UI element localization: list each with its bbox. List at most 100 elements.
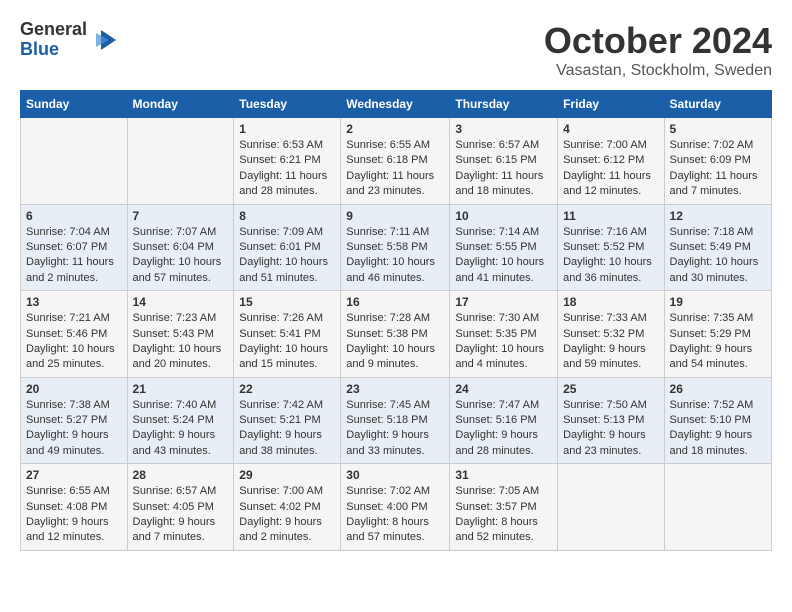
week-row-2: 6Sunrise: 7:04 AMSunset: 6:07 PMDaylight… [21, 204, 772, 291]
day-info: Sunrise: 7:04 AMSunset: 6:07 PMDaylight:… [26, 225, 122, 287]
day-info: Sunrise: 7:02 AMSunset: 4:00 PMDaylight:… [346, 484, 444, 546]
day-cell: 15 Sunrise: 7:26 AMSunset: 5:41 PMDayligh… [234, 291, 341, 378]
day-header-saturday: Saturday [664, 91, 771, 118]
day-info: Sunrise: 7:52 AMSunset: 5:10 PMDaylight:… [670, 398, 766, 460]
day-number: 1 [239, 122, 335, 136]
logo-blue: Blue [20, 40, 87, 60]
day-number: 17 [455, 295, 552, 309]
day-info: Sunrise: 6:57 AMSunset: 6:15 PMDaylight:… [455, 138, 552, 200]
day-cell: 3 Sunrise: 6:57 AMSunset: 6:15 PMDaylight… [450, 118, 558, 205]
day-info: Sunrise: 7:47 AMSunset: 5:16 PMDaylight:… [455, 398, 552, 460]
day-cell: 17 Sunrise: 7:30 AMSunset: 5:35 PMDayligh… [450, 291, 558, 378]
day-info: Sunrise: 7:50 AMSunset: 5:13 PMDaylight:… [563, 398, 658, 460]
day-info: Sunrise: 7:40 AMSunset: 5:24 PMDaylight:… [133, 398, 229, 460]
day-cell: 18Sunrise: 7:33 AMSunset: 5:32 PMDayligh… [558, 291, 664, 378]
day-number: 22 [239, 382, 335, 396]
day-info: Sunrise: 7:26 AMSunset: 5:41 PMDaylight:… [239, 311, 335, 373]
day-info: Sunrise: 7:33 AMSunset: 5:32 PMDaylight:… [563, 311, 658, 373]
day-cell: 13 Sunrise: 7:21 AMSunset: 5:46 PMDayligh… [21, 291, 128, 378]
month-title: October 2024 [544, 20, 772, 62]
day-info: Sunrise: 7:02 AMSunset: 6:09 PMDaylight:… [670, 138, 766, 200]
day-header-wednesday: Wednesday [341, 91, 450, 118]
day-number: 12 [670, 209, 766, 223]
day-number: 4 [563, 122, 658, 136]
day-info: Sunrise: 7:35 AMSunset: 5:29 PMDaylight:… [670, 311, 766, 373]
day-number: 24 [455, 382, 552, 396]
day-header-tuesday: Tuesday [234, 91, 341, 118]
day-cell: 25Sunrise: 7:50 AMSunset: 5:13 PMDayligh… [558, 377, 664, 464]
day-info: Sunrise: 7:42 AMSunset: 5:21 PMDaylight:… [239, 398, 335, 460]
day-cell: 11 Sunrise: 7:16 AMSunset: 5:52 PMDayligh… [558, 204, 664, 291]
day-info: Sunrise: 7:21 AMSunset: 5:46 PMDaylight:… [26, 311, 122, 373]
day-number: 27 [26, 468, 122, 482]
day-number: 26 [670, 382, 766, 396]
day-number: 13 [26, 295, 122, 309]
day-cell: 21 Sunrise: 7:40 AMSunset: 5:24 PMDayligh… [127, 377, 234, 464]
day-number: 3 [455, 122, 552, 136]
day-number: 20 [26, 382, 122, 396]
day-number: 5 [670, 122, 766, 136]
week-row-1: 1 Sunrise: 6:53 AMSunset: 6:21 PMDaylight… [21, 118, 772, 205]
day-info: Sunrise: 7:14 AMSunset: 5:55 PMDaylight:… [455, 225, 552, 287]
logo-general: General [20, 20, 87, 40]
day-info: Sunrise: 7:23 AMSunset: 5:43 PMDaylight:… [133, 311, 229, 373]
day-cell: 27 Sunrise: 6:55 AMSunset: 4:08 PMDayligh… [21, 464, 128, 551]
day-number: 14 [133, 295, 229, 309]
day-header-thursday: Thursday [450, 91, 558, 118]
title-block: October 2024 Vasastan, Stockholm, Sweden [544, 20, 772, 80]
week-row-3: 13 Sunrise: 7:21 AMSunset: 5:46 PMDayligh… [21, 291, 772, 378]
day-number: 15 [239, 295, 335, 309]
day-cell: 19 Sunrise: 7:35 AMSunset: 5:29 PMDayligh… [664, 291, 771, 378]
day-cell: 26 Sunrise: 7:52 AMSunset: 5:10 PMDayligh… [664, 377, 771, 464]
day-number: 7 [133, 209, 229, 223]
day-number: 2 [346, 122, 444, 136]
day-info: Sunrise: 6:57 AMSunset: 4:05 PMDaylight:… [133, 484, 229, 546]
day-number: 11 [563, 209, 658, 223]
day-cell: 14 Sunrise: 7:23 AMSunset: 5:43 PMDayligh… [127, 291, 234, 378]
day-info: Sunrise: 7:07 AMSunset: 6:04 PMDaylight:… [133, 225, 229, 287]
week-row-4: 20 Sunrise: 7:38 AMSunset: 5:27 PMDayligh… [21, 377, 772, 464]
day-cell: 22 Sunrise: 7:42 AMSunset: 5:21 PMDayligh… [234, 377, 341, 464]
day-info: Sunrise: 6:55 AMSunset: 4:08 PMDaylight:… [26, 484, 122, 546]
day-number: 9 [346, 209, 444, 223]
day-cell: 9Sunrise: 7:11 AMSunset: 5:58 PMDaylight… [341, 204, 450, 291]
day-number: 21 [133, 382, 229, 396]
week-row-5: 27 Sunrise: 6:55 AMSunset: 4:08 PMDayligh… [21, 464, 772, 551]
day-cell: 7 Sunrise: 7:07 AMSunset: 6:04 PMDaylight… [127, 204, 234, 291]
day-number: 8 [239, 209, 335, 223]
calendar-table: SundayMondayTuesdayWednesdayThursdayFrid… [20, 90, 772, 551]
day-info: Sunrise: 6:53 AMSunset: 6:21 PMDaylight:… [239, 138, 335, 200]
day-cell: 2 Sunrise: 6:55 AMSunset: 6:18 PMDaylight… [341, 118, 450, 205]
day-cell: 4 Sunrise: 7:00 AMSunset: 6:12 PMDaylight… [558, 118, 664, 205]
day-info: Sunrise: 7:18 AMSunset: 5:49 PMDaylight:… [670, 225, 766, 287]
day-cell [664, 464, 771, 551]
day-cell [558, 464, 664, 551]
day-cell [21, 118, 128, 205]
location: Vasastan, Stockholm, Sweden [544, 62, 772, 80]
day-cell: 10 Sunrise: 7:14 AMSunset: 5:55 PMDayligh… [450, 204, 558, 291]
day-number: 29 [239, 468, 335, 482]
day-cell: 24 Sunrise: 7:47 AMSunset: 5:16 PMDayligh… [450, 377, 558, 464]
day-cell: 30 Sunrise: 7:02 AMSunset: 4:00 PMDayligh… [341, 464, 450, 551]
day-info: Sunrise: 7:38 AMSunset: 5:27 PMDaylight:… [26, 398, 122, 460]
day-cell: 29Sunrise: 7:00 AMSunset: 4:02 PMDayligh… [234, 464, 341, 551]
day-cell: 31Sunrise: 7:05 AMSunset: 3:57 PMDayligh… [450, 464, 558, 551]
day-number: 16 [346, 295, 444, 309]
day-info: Sunrise: 7:05 AMSunset: 3:57 PMDaylight:… [455, 484, 552, 546]
day-number: 30 [346, 468, 444, 482]
day-info: Sunrise: 7:30 AMSunset: 5:35 PMDaylight:… [455, 311, 552, 373]
day-cell: 28 Sunrise: 6:57 AMSunset: 4:05 PMDayligh… [127, 464, 234, 551]
logo-icon [91, 25, 121, 55]
day-cell: 6Sunrise: 7:04 AMSunset: 6:07 PMDaylight… [21, 204, 128, 291]
day-info: Sunrise: 6:55 AMSunset: 6:18 PMDaylight:… [346, 138, 444, 200]
day-cell [127, 118, 234, 205]
day-number: 10 [455, 209, 552, 223]
day-info: Sunrise: 7:45 AMSunset: 5:18 PMDaylight:… [346, 398, 444, 460]
day-info: Sunrise: 7:00 AMSunset: 6:12 PMDaylight:… [563, 138, 658, 200]
page-header: General Blue October 2024 Vasastan, Stoc… [20, 20, 772, 80]
day-number: 19 [670, 295, 766, 309]
day-cell: 8Sunrise: 7:09 AMSunset: 6:01 PMDaylight… [234, 204, 341, 291]
day-number: 28 [133, 468, 229, 482]
day-info: Sunrise: 7:16 AMSunset: 5:52 PMDaylight:… [563, 225, 658, 287]
day-number: 23 [346, 382, 444, 396]
